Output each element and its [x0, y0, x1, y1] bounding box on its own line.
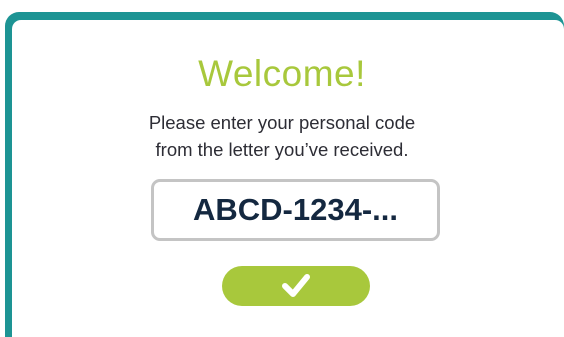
personal-code-input[interactable]	[151, 179, 440, 241]
checkmark-icon	[282, 274, 310, 297]
welcome-title: Welcome!	[198, 53, 366, 94]
confirm-button[interactable]	[222, 266, 370, 306]
instruction-line-1: Please enter your personal code	[148, 112, 416, 133]
instructions-text: Please enter your personal code from the…	[0, 109, 564, 163]
instruction-line-2: from the letter you’ve received.	[155, 139, 409, 160]
